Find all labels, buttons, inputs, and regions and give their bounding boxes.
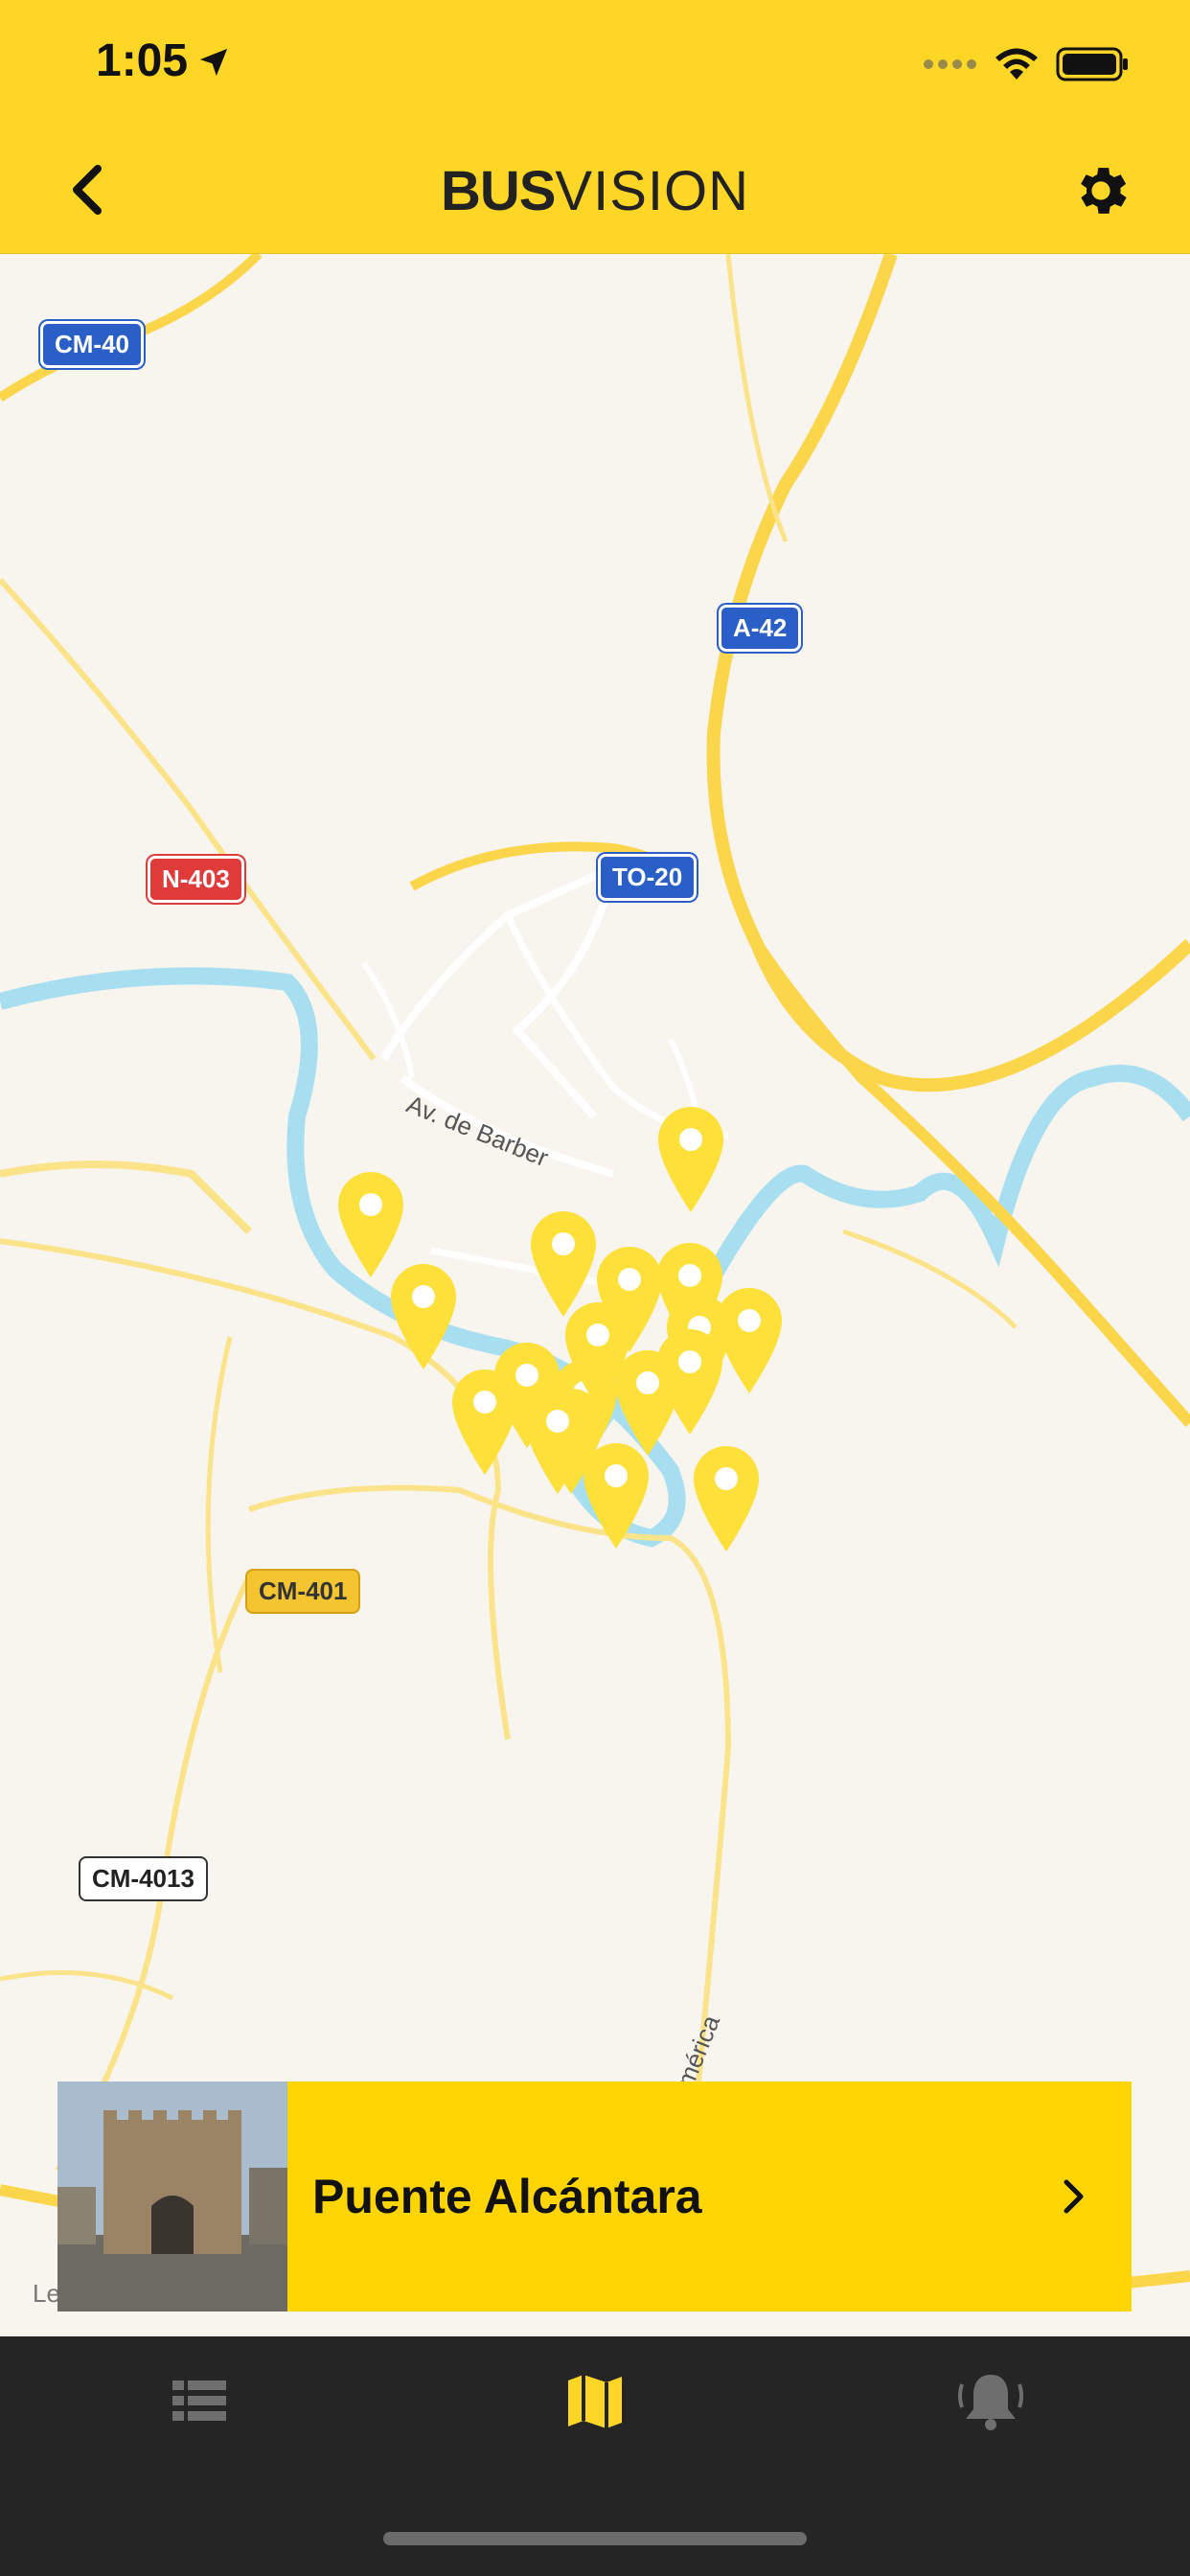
app-logo: BUSVISION (440, 160, 750, 222)
stop-card[interactable]: Puente Alcántara (57, 2082, 1132, 2312)
cellular-signal-icon (924, 59, 976, 69)
road-shield-to20: TO-20 (598, 854, 698, 901)
list-icon[interactable] (161, 2363, 238, 2440)
wifi-icon (995, 48, 1038, 80)
map-icon[interactable] (557, 2363, 633, 2440)
bell-icon[interactable] (952, 2363, 1029, 2440)
road-shield-n403: N-403 (148, 856, 244, 903)
bus-stop-pin[interactable] (446, 1366, 523, 1477)
settings-gear-icon[interactable] (1069, 159, 1133, 222)
road-shield-cm401: CM-401 (245, 1569, 361, 1614)
location-arrow-icon (199, 48, 228, 77)
home-indicator (383, 2532, 807, 2545)
bus-stop-pin[interactable] (578, 1439, 654, 1551)
status-icons (922, 40, 1131, 88)
status-bar: 1:05 (0, 0, 1190, 126)
road-shield-cm4013: CM-4013 (79, 1856, 208, 1901)
bus-stop-pin[interactable] (688, 1442, 765, 1553)
bus-stop-pin[interactable] (385, 1260, 462, 1371)
bus-stop-pin[interactable] (652, 1103, 729, 1214)
map-legal-link[interactable]: Le (33, 2279, 60, 2309)
road-shield-a42: A-42 (719, 605, 802, 652)
bus-stop-pin[interactable] (560, 1299, 636, 1410)
battery-icon (1056, 47, 1128, 81)
status-time: 1:05 (96, 35, 189, 86)
map-view[interactable]: CM-40 A-42 N-403 TO-20 CM-401 CM-4013 Av… (0, 254, 1190, 2336)
nav-bar: BUSVISION (0, 126, 1190, 254)
stop-card-title: Puente Alcántara (312, 2170, 702, 2223)
stop-photo (57, 2082, 287, 2312)
chevron-right-icon (1064, 2179, 1084, 2214)
road-shield-cm40: CM-40 (40, 321, 145, 368)
